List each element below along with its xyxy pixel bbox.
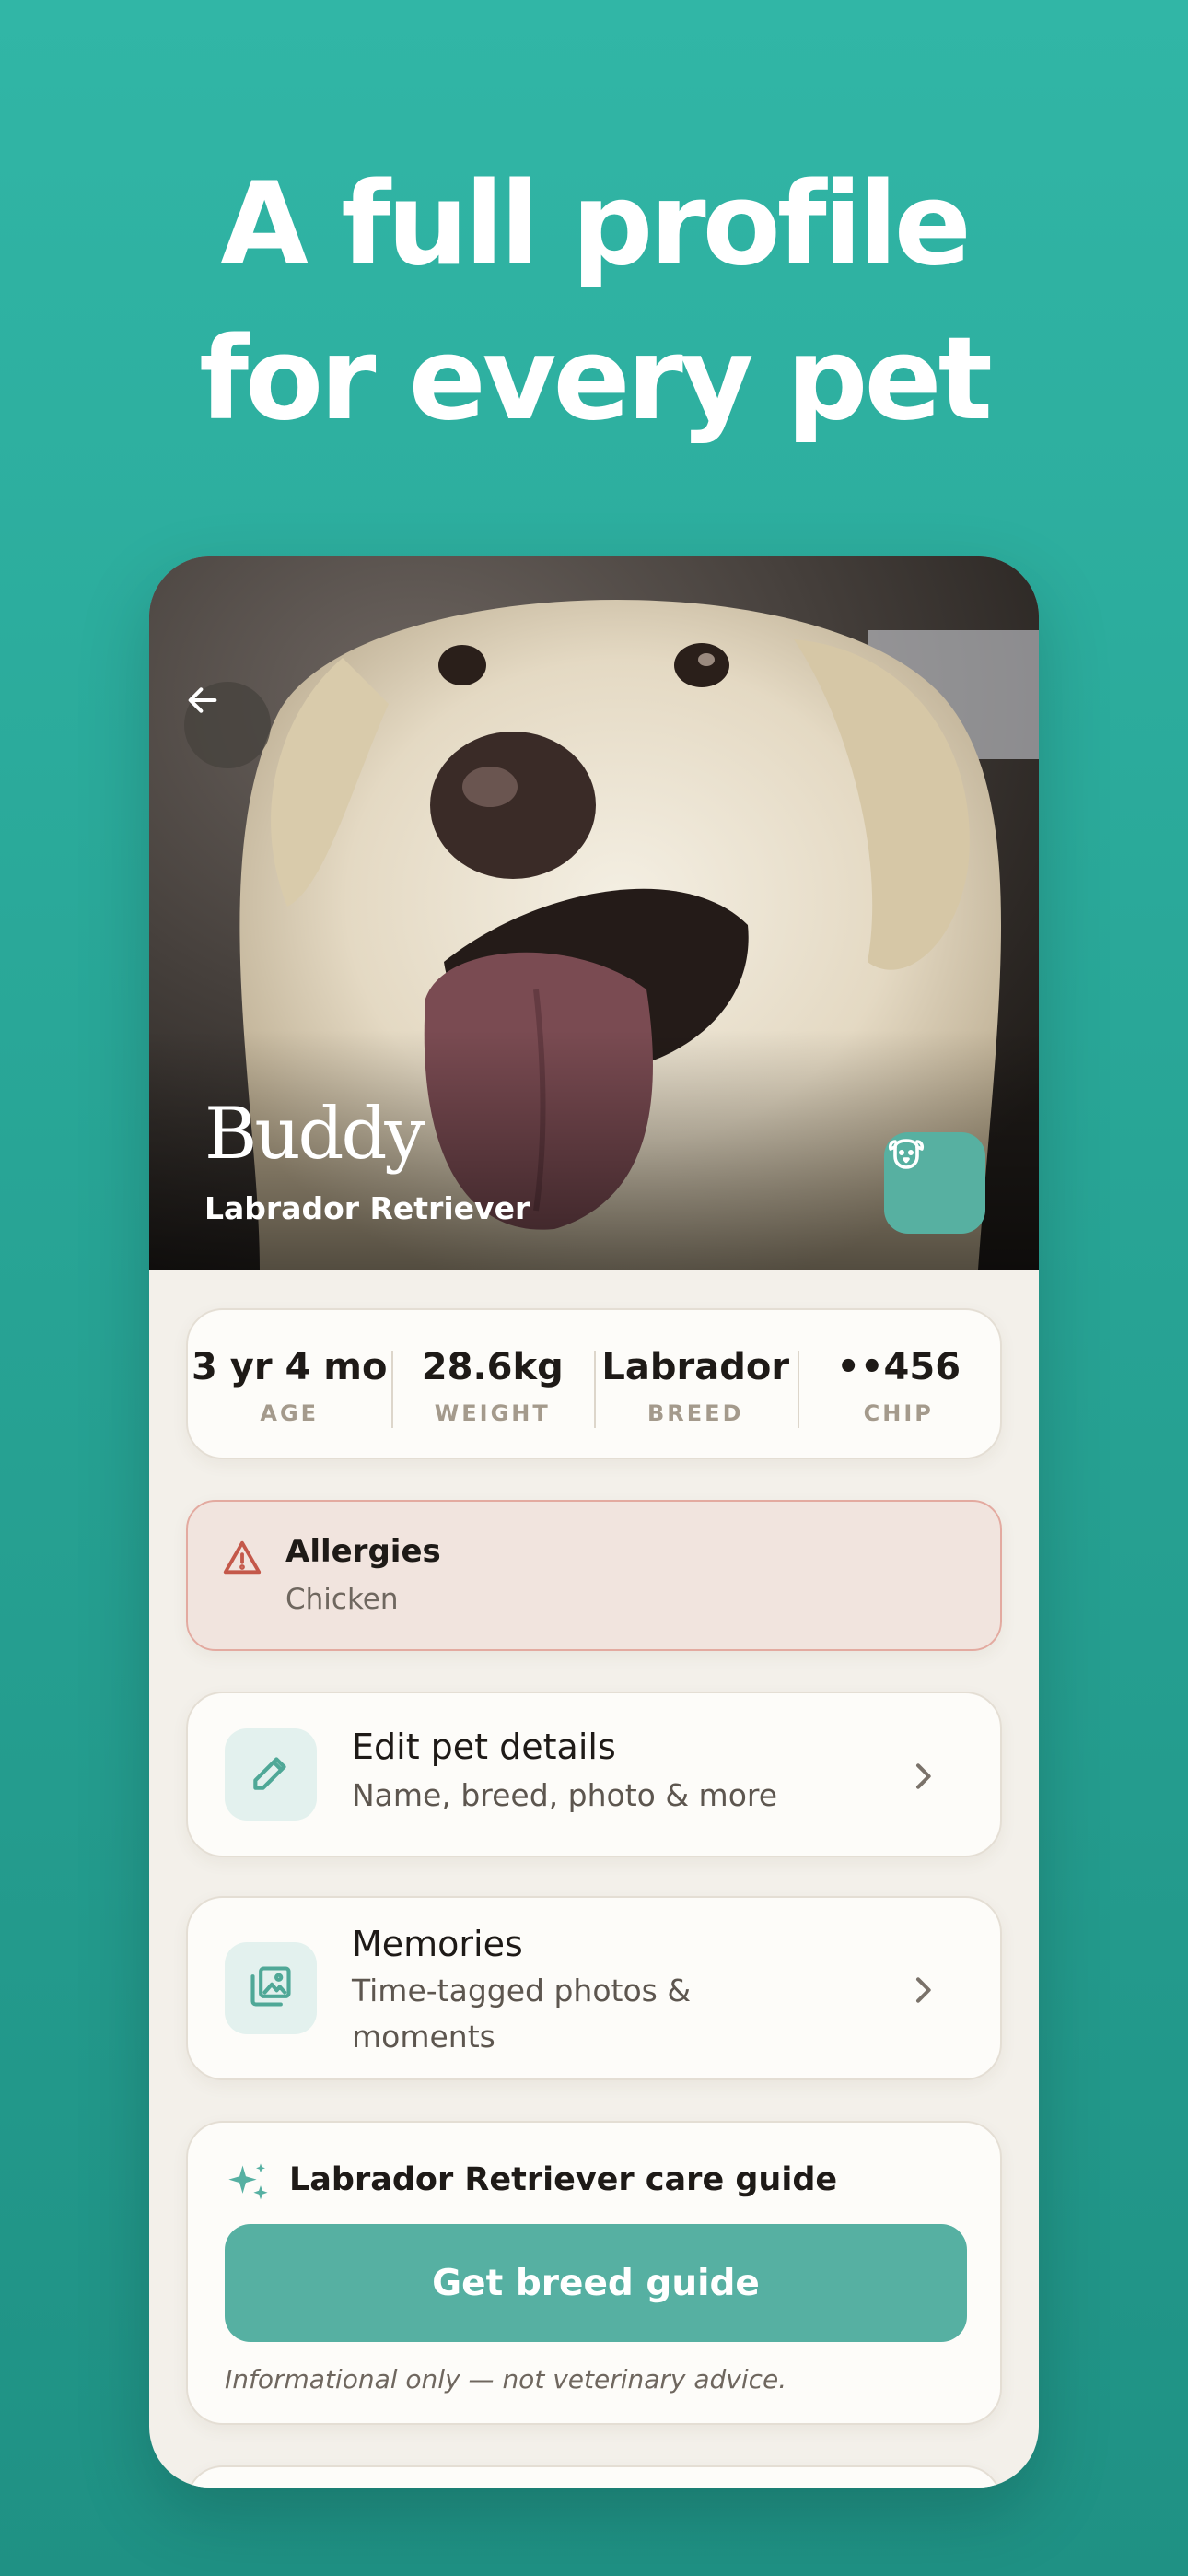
stat-label: AGE <box>260 1400 320 1426</box>
pencil-icon <box>248 1750 294 1799</box>
stat-breed: Labrador BREED <box>594 1341 798 1428</box>
get-breed-guide-button[interactable]: Get breed guide <box>225 2224 967 2342</box>
allergies-title: Allergies <box>285 1533 441 1570</box>
warning-triangle-icon <box>221 1537 263 1583</box>
photo-library-icon <box>247 1962 295 2014</box>
stat-chip: ••456 CHIP <box>797 1341 1001 1428</box>
headline-line-2: for every pet <box>199 313 993 446</box>
stat-label: BREED <box>647 1400 744 1426</box>
row-title: Memories <box>352 1924 523 1964</box>
disclaimer-text: Informational only — not veterinary advi… <box>225 2364 787 2395</box>
stats-card: 3 yr 4 mo AGE 28.6kg WEIGHT Labrador BRE… <box>186 1308 1002 1459</box>
row-title: Edit pet details <box>352 1727 616 1767</box>
stat-label: CHIP <box>863 1400 934 1426</box>
stat-value: ••456 <box>836 1346 961 1388</box>
next-card-peek <box>186 2465 1002 2488</box>
chevron-right-icon <box>904 1758 941 1798</box>
care-guide-card: Labrador Retriever care guide Get breed … <box>186 2121 1002 2425</box>
edit-icon-tile <box>225 1728 317 1821</box>
pet-name: Buddy <box>204 1093 425 1176</box>
species-button[interactable] <box>884 1132 985 1234</box>
pet-breed: Labrador Retriever <box>204 1190 530 1226</box>
row-subtitle: Name, breed, photo & more <box>352 1777 778 1813</box>
stat-age: 3 yr 4 mo AGE <box>188 1341 391 1426</box>
back-button[interactable] <box>184 682 271 768</box>
chevron-right-icon <box>904 1972 941 2012</box>
stat-value: 28.6kg <box>421 1346 564 1388</box>
headline: A full profile for every pet <box>0 147 1188 457</box>
memories-row[interactable]: Memories Time-tagged photos & moments <box>186 1896 1002 2080</box>
sparkles-icon <box>225 2160 273 2211</box>
stat-label: WEIGHT <box>434 1400 551 1426</box>
allergies-value: Chicken <box>285 1583 399 1616</box>
memories-icon-tile <box>225 1942 317 2034</box>
stat-value: 3 yr 4 mo <box>192 1346 388 1388</box>
headline-line-1: A full profile <box>220 158 972 291</box>
phone-screen: Buddy Labrador Retriever 3 yr 4 mo AGE 2… <box>149 556 1039 2488</box>
stat-value: Labrador <box>601 1346 790 1388</box>
edit-pet-details-row[interactable]: Edit pet details Name, breed, photo & mo… <box>186 1692 1002 1857</box>
row-subtitle: Time-tagged photos & moments <box>352 1973 692 2055</box>
pet-photo: Buddy Labrador Retriever <box>149 556 1039 1270</box>
allergies-alert: Allergies Chicken <box>186 1500 1002 1651</box>
care-guide-title: Labrador Retriever care guide <box>289 2161 838 2198</box>
stat-weight: 28.6kg WEIGHT <box>390 1341 595 1428</box>
